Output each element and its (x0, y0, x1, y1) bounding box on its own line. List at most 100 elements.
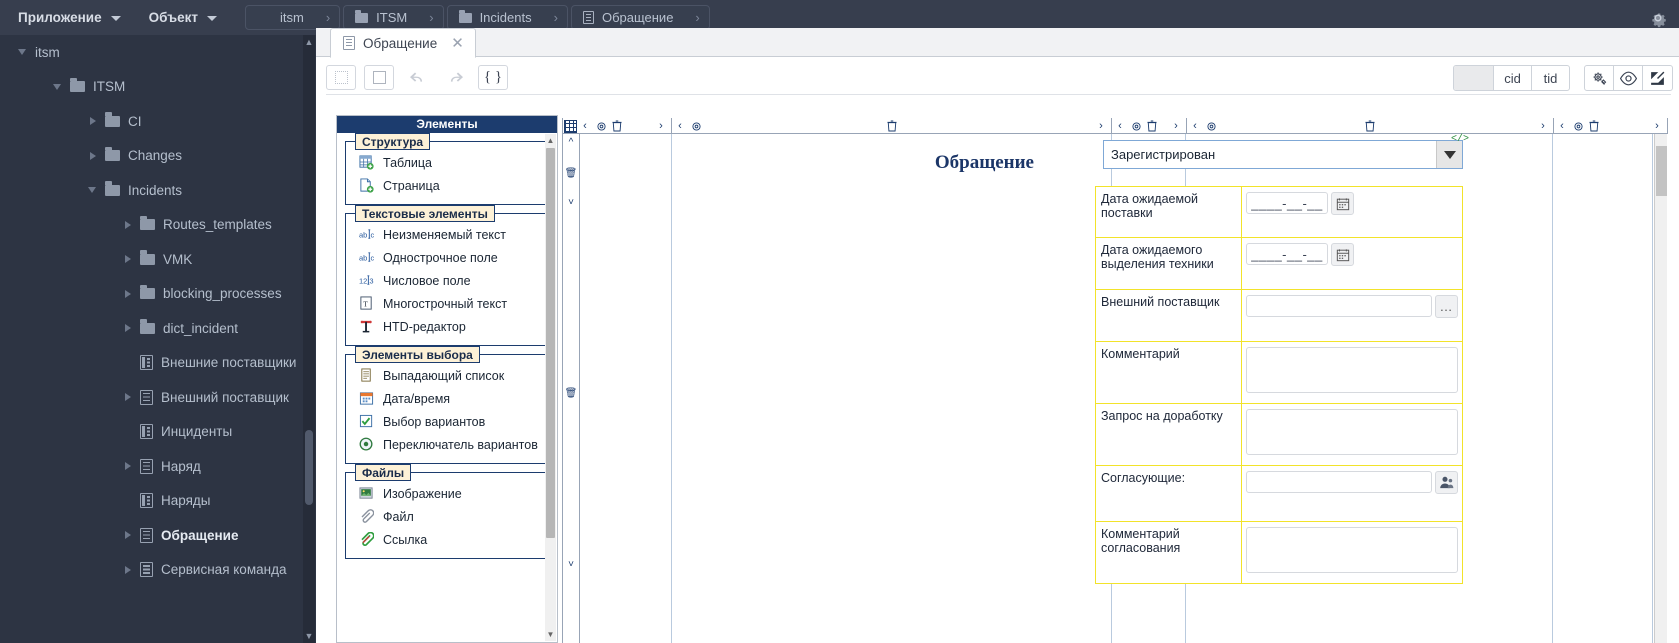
tree-item-4[interactable]: Incidents (0, 173, 305, 208)
tree-item-6[interactable]: VMK (0, 242, 305, 277)
column-settings-icon[interactable] (1203, 121, 1219, 132)
move-right-icon[interactable]: › (1535, 120, 1551, 132)
grid-col-2[interactable] (672, 134, 1112, 643)
date-input[interactable]: ____-__-__ (1246, 243, 1328, 265)
twisty-closed-icon[interactable] (123, 461, 133, 471)
tab-obrashchenie[interactable]: Обращение ✕ (330, 28, 476, 58)
twisty-closed-icon[interactable] (123, 392, 133, 402)
grid-col-1[interactable] (580, 134, 672, 643)
palette-item-paperclip[interactable]: Файл (346, 505, 548, 528)
move-left-icon[interactable]: ‹ (1112, 120, 1128, 132)
palette-item-abc-static-text[interactable]: ab c Неизменяемый текст (346, 223, 548, 246)
palette-item-calendar[interactable]: Дата/время (346, 387, 548, 410)
palette-item-page-add[interactable]: Страница (346, 174, 548, 197)
solid-square-button[interactable] (364, 65, 394, 90)
scroll-up-icon[interactable]: ▲ (545, 134, 556, 147)
canvas-scrollbar[interactable] (1654, 134, 1667, 643)
settings-wrench-button[interactable] (1585, 66, 1614, 90)
column-settings-icon[interactable] (1570, 121, 1586, 132)
palette-scroll-thumb[interactable] (546, 148, 555, 538)
color-swatch-button[interactable] (1454, 66, 1494, 90)
tree-item-14[interactable]: Обращение (0, 518, 305, 553)
breadcrumb-item-obrashchenie[interactable]: Обращение › (570, 5, 710, 30)
sidebar-scroll-thumb[interactable] (305, 430, 313, 505)
palette-item-table-add[interactable]: Таблица (346, 151, 548, 174)
column-settings-icon[interactable] (1128, 121, 1144, 132)
scroll-up-icon[interactable]: ^ (563, 137, 579, 148)
twisty-closed-icon[interactable] (123, 254, 133, 264)
palette-scrollbar[interactable]: ▲ ▼ (545, 134, 556, 641)
tree-item-11[interactable]: Инциденты (0, 415, 305, 450)
row-delete-icon-2[interactable]: 🗑 (563, 388, 579, 399)
canvas-scroll-thumb[interactable] (1656, 146, 1667, 196)
move-right-icon[interactable]: › (1093, 120, 1109, 132)
twisty-closed-icon[interactable] (88, 116, 98, 126)
twisty-open-icon[interactable] (88, 185, 98, 195)
textarea-input[interactable] (1246, 347, 1458, 393)
json-button[interactable]: { } (478, 65, 508, 90)
menu-object[interactable]: Объект (135, 0, 231, 35)
person-input[interactable] (1246, 471, 1432, 493)
palette-item-link[interactable]: Ссылка (346, 528, 548, 551)
scroll-down-icon-2[interactable]: ˅ (563, 559, 579, 570)
move-left-icon[interactable]: ‹ (672, 120, 688, 132)
twisty-closed-icon[interactable] (123, 220, 133, 230)
tree-item-2[interactable]: CI (0, 104, 305, 139)
menu-application[interactable]: Приложение (0, 0, 135, 35)
breadcrumb-item-ITSM[interactable]: ITSM › (343, 5, 444, 30)
palette-item-image[interactable]: Изображение (346, 482, 548, 505)
tree-item-8[interactable]: dict_incident (0, 311, 305, 346)
column-delete-icon[interactable] (609, 120, 625, 132)
palette-item-htd-editor[interactable]: HTD-редактор (346, 315, 548, 338)
palette-item-number-input[interactable]: 12 3 Числовое поле (346, 269, 548, 292)
scroll-down-icon[interactable]: ▼ (545, 628, 556, 641)
cid-button[interactable]: cid (1494, 66, 1532, 90)
tree-item-10[interactable]: Внешний поставщик (0, 380, 305, 415)
date-input[interactable]: ____-__-__ (1246, 192, 1328, 214)
palette-item-radio[interactable]: Переключатель вариантов (346, 433, 548, 456)
dashed-square-button[interactable] (326, 65, 356, 90)
tree-item-5[interactable]: Routes_templates (0, 208, 305, 243)
palette-item-checkbox[interactable]: Выбор вариантов (346, 410, 548, 433)
breadcrumb-item-Incidents[interactable]: Incidents › (446, 5, 568, 30)
lookup-input[interactable] (1246, 295, 1432, 317)
gear-icon[interactable] (1647, 7, 1669, 29)
status-dropdown[interactable]: Зарегистрирован (1103, 140, 1463, 169)
person-picker-button[interactable] (1435, 471, 1458, 494)
tree-item-9[interactable]: Внешние поставщики (0, 346, 305, 381)
column-delete-icon[interactable] (1365, 120, 1375, 132)
twisty-closed-icon[interactable] (123, 565, 133, 575)
column-delete-icon[interactable] (1144, 120, 1160, 132)
sidebar-scrollbar[interactable]: ▲ ▼ (303, 35, 315, 643)
tree-item-13[interactable]: Наряды (0, 484, 305, 519)
textarea-input[interactable] (1246, 527, 1458, 573)
column-settings-icon[interactable] (593, 121, 609, 132)
textarea-input[interactable] (1246, 409, 1458, 455)
column-delete-icon[interactable] (886, 120, 897, 132)
twisty-open-icon[interactable] (18, 47, 28, 57)
breadcrumb-item-itsm[interactable]: itsm › (244, 5, 341, 30)
tree-item-0[interactable]: itsm (0, 35, 305, 70)
move-left-icon[interactable]: ‹ (577, 120, 593, 132)
move-right-icon[interactable]: › (653, 120, 669, 132)
palette-item-abc-input[interactable]: ab c Однострочное поле (346, 246, 548, 269)
twisty-open-icon[interactable] (53, 82, 63, 92)
twisty-closed-icon[interactable] (123, 530, 133, 540)
edit-pencil-button[interactable] (1643, 66, 1672, 90)
close-icon[interactable]: ✕ (451, 36, 464, 51)
scroll-up-icon[interactable]: ▲ (303, 35, 315, 49)
preview-eye-button[interactable] (1614, 66, 1643, 90)
tree-item-7[interactable]: blocking_processes (0, 277, 305, 312)
move-left-icon[interactable]: ‹ (1554, 120, 1570, 132)
tree-item-15[interactable]: Сервисная команда (0, 553, 305, 588)
twisty-closed-icon[interactable] (123, 323, 133, 333)
grid-icon[interactable] (564, 119, 577, 133)
calendar-picker-button[interactable] (1331, 243, 1354, 266)
calendar-picker-button[interactable] (1331, 192, 1354, 215)
move-right-icon[interactable]: › (1649, 120, 1665, 132)
chevron-down-icon[interactable] (1436, 141, 1462, 168)
tree-item-12[interactable]: Наряд (0, 449, 305, 484)
tree-item-3[interactable]: Changes (0, 139, 305, 174)
column-settings-icon[interactable] (688, 121, 704, 132)
tid-button[interactable]: tid (1532, 66, 1569, 90)
